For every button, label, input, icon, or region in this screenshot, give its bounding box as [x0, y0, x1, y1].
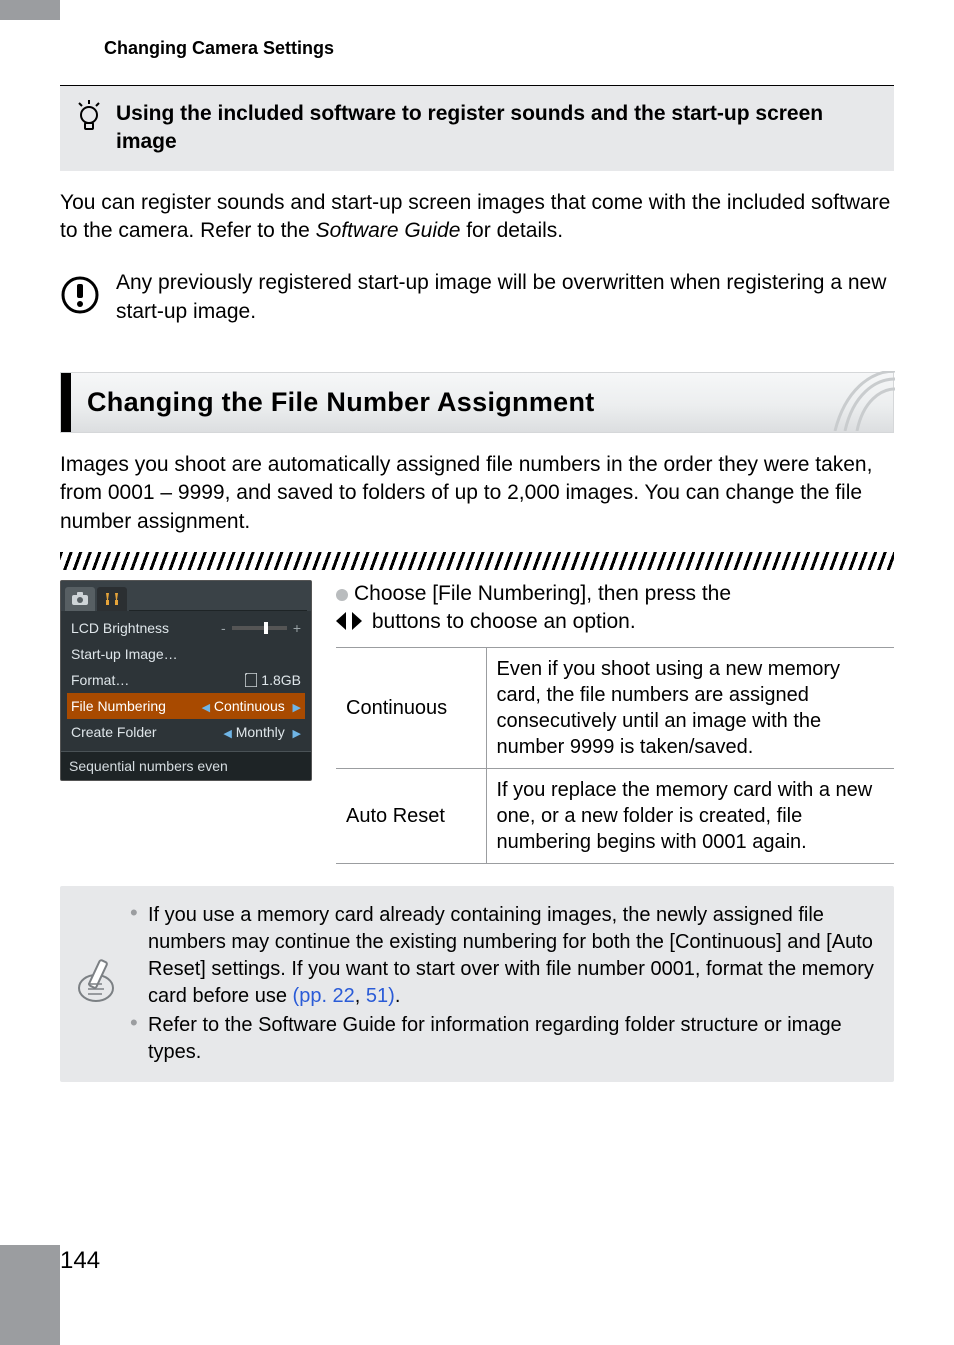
brightness-slider: -+: [221, 623, 301, 633]
row-lcd-brightness: LCD Brightness -+: [67, 615, 305, 641]
row-create-folder: Create Folder ◀ Monthly ▶: [67, 719, 305, 745]
page-link-51[interactable]: 51): [366, 985, 395, 1007]
format-value: 1.8GB: [245, 672, 301, 688]
corner-decoration: [815, 371, 895, 431]
list-item: Refer to the Software Guide for informat…: [130, 1012, 878, 1066]
overwrite-text: Any previously registered start-up image…: [116, 269, 894, 326]
caution-icon: [60, 275, 100, 320]
running-header: Changing Camera Settings: [104, 38, 894, 59]
option-continuous-label: Continuous: [336, 647, 486, 768]
lightbulb-icon: [76, 100, 102, 139]
tab-tools-icon: [97, 587, 127, 611]
options-table: Continuous Even if you shoot using a new…: [336, 647, 894, 864]
row-startup-image: Start-up Image…: [67, 641, 305, 667]
li1-mid: ,: [355, 985, 366, 1007]
filenum-label: File Numbering: [71, 698, 166, 714]
gutter-bottom: [0, 1245, 60, 1345]
tip-title: Using the included software to register …: [116, 100, 878, 157]
option-autoreset-desc: If you replace the memory card with a ne…: [486, 768, 894, 863]
folder-label: Create Folder: [71, 724, 157, 740]
menu-help-text: Sequential numbers even: [61, 751, 311, 780]
instr-b: buttons to choose an option.: [366, 610, 636, 633]
row-format: Format… 1.8GB: [67, 667, 305, 693]
option-autoreset-label: Auto Reset: [336, 768, 486, 863]
filenum-value-wrap: ◀ Continuous ▶: [202, 698, 301, 714]
overwrite-note: Any previously registered start-up image…: [60, 269, 894, 326]
intro-paragraph: You can register sounds and start-up scr…: [60, 189, 894, 246]
heading-bar: [61, 373, 71, 432]
camera-menu-screenshot: LCD Brightness -+ Start-up Image… Format…: [60, 580, 312, 781]
li1-a: If you use a memory card already contain…: [148, 904, 874, 1007]
step-bullet-icon: [336, 589, 348, 601]
section-heading-block: Changing the File Number Assignment: [60, 372, 894, 433]
table-row: Auto Reset If you replace the memory car…: [336, 768, 894, 863]
folder-value: Monthly: [236, 724, 285, 740]
menu-list: LCD Brightness -+ Start-up Image… Format…: [61, 611, 311, 751]
startup-label: Start-up Image…: [71, 646, 178, 662]
note-list: If you use a memory card already contain…: [130, 900, 878, 1068]
filenum-value: Continuous: [214, 698, 285, 714]
menu-tabs: [61, 581, 311, 611]
left-right-buttons-icon: [336, 610, 362, 638]
page-link-22[interactable]: (pp. 22: [293, 985, 355, 1007]
instruction-line: Choose [File Numbering], then press the …: [336, 580, 894, 639]
folder-value-wrap: ◀ Monthly ▶: [223, 724, 301, 740]
tip-callout: Using the included software to register …: [60, 85, 894, 171]
section-intro: Images you shoot are automatically assig…: [60, 451, 894, 536]
list-item: If you use a memory card already contain…: [130, 902, 878, 1010]
note-callout: If you use a memory card already contain…: [60, 886, 894, 1082]
instruction-column: Choose [File Numbering], then press the …: [336, 580, 894, 864]
li2-ref: Software Guide: [258, 1014, 396, 1036]
gutter-top: [0, 0, 60, 20]
option-continuous-desc: Even if you shoot using a new memory car…: [486, 647, 894, 768]
format-label: Format…: [71, 672, 129, 688]
table-row: Continuous Even if you shoot using a new…: [336, 647, 894, 768]
lcd-label: LCD Brightness: [71, 620, 169, 636]
pencil-note-icon: [76, 958, 116, 1009]
section-title: Changing the File Number Assignment: [87, 387, 875, 418]
hatch-divider: [60, 552, 894, 570]
intro-text-b: for details.: [460, 219, 563, 242]
page-number: 144: [60, 1247, 100, 1275]
tab-camera-icon: [65, 587, 95, 611]
row-file-numbering: File Numbering ◀ Continuous ▶: [67, 693, 305, 719]
instr-a: Choose [File Numbering], then press the: [354, 582, 731, 605]
li1-b: .: [395, 985, 401, 1007]
li2-a: Refer to the: [148, 1014, 258, 1036]
software-guide-ref: Software Guide: [316, 219, 461, 242]
